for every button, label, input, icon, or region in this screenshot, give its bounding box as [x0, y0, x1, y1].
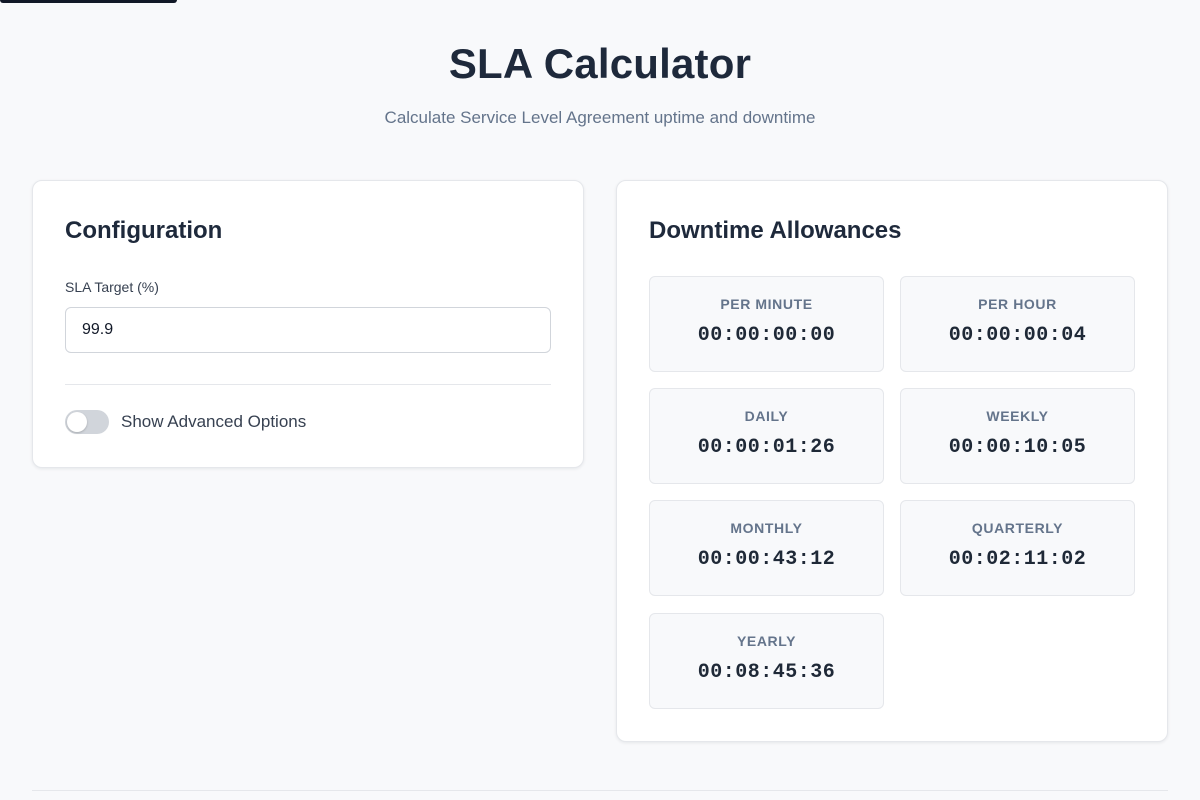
tile-value: 00:00:00:00 [697, 324, 836, 347]
tile-label: DAILY [744, 408, 789, 424]
downtime-tile-quarterly: QUARTERLY 00:02:11:02 [900, 500, 1135, 596]
tile-value: 00:00:01:26 [697, 436, 836, 459]
tile-label: YEARLY [736, 633, 797, 649]
downtime-tile-monthly: MONTHLY 00:00:43:12 [649, 500, 884, 596]
downtime-tile-yearly: YEARLY 00:08:45:36 [649, 613, 884, 709]
configuration-card: Configuration SLA Target (%) Show Advanc… [32, 180, 584, 468]
footer-divider [32, 790, 1168, 791]
sla-target-label: SLA Target (%) [65, 279, 159, 295]
advanced-options-row: Show Advanced Options [65, 410, 306, 434]
advanced-options-label[interactable]: Show Advanced Options [121, 412, 306, 432]
downtime-tile-daily: DAILY 00:00:01:26 [649, 388, 884, 484]
tile-label: QUARTERLY [971, 520, 1064, 536]
advanced-options-toggle[interactable] [65, 410, 109, 434]
config-divider [65, 384, 551, 385]
downtime-tile-per-hour: PER HOUR 00:00:00:04 [900, 276, 1135, 372]
downtime-allowances-title: Downtime Allowances [649, 217, 902, 244]
tile-value: 00:08:45:36 [697, 661, 836, 684]
tile-label: PER HOUR [978, 296, 1057, 312]
page-title: SLA Calculator [448, 40, 752, 87]
tile-label: MONTHLY [730, 520, 803, 536]
tile-value: 00:00:10:05 [948, 436, 1087, 459]
page-header: SLA Calculator Calculate Service Level A… [0, 40, 1200, 128]
downtime-tile-weekly: WEEKLY 00:00:10:05 [900, 388, 1135, 484]
configuration-title: Configuration [65, 217, 223, 244]
tile-value: 00:02:11:02 [948, 548, 1087, 571]
tile-value: 00:00:00:04 [948, 324, 1087, 347]
downtime-allowances-card: Downtime Allowances PER MINUTE 00:00:00:… [616, 180, 1168, 742]
page-subtitle: Calculate Service Level Agreement uptime… [384, 108, 816, 127]
tile-value: 00:00:43:12 [697, 548, 836, 571]
sla-target-input[interactable] [65, 307, 551, 353]
top-accent-bar [0, 0, 177, 3]
downtime-tile-per-minute: PER MINUTE 00:00:00:00 [649, 276, 884, 372]
toggle-knob [67, 412, 87, 432]
tile-label: PER MINUTE [720, 296, 813, 312]
tile-label: WEEKLY [986, 408, 1049, 424]
